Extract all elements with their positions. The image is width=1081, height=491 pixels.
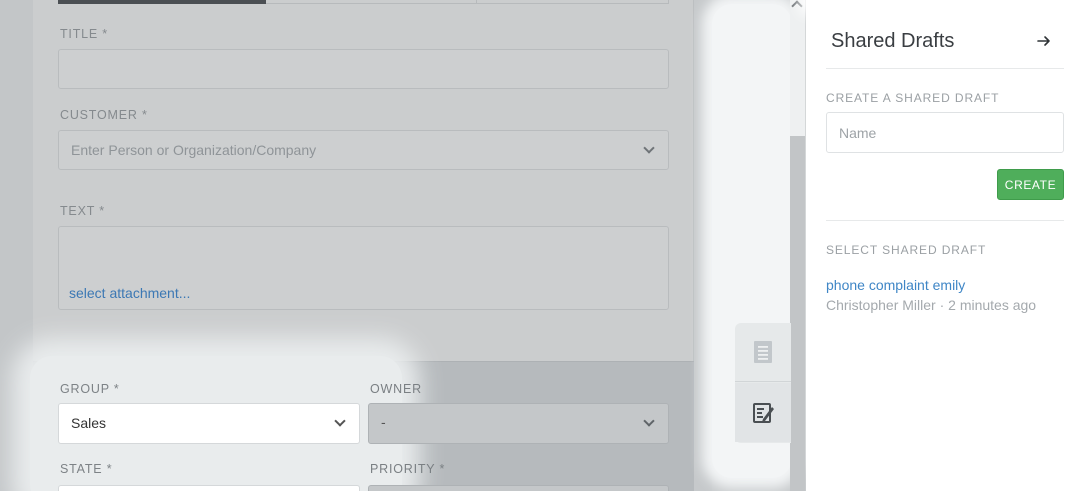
group-value: Sales [71,415,107,431]
panel-divider [826,68,1064,69]
customer-label: CUSTOMER * [60,108,148,122]
owner-label: OWNER [370,382,422,396]
draft-item-link[interactable]: phone complaint emily [826,277,965,293]
panel-title: Shared Drafts [831,30,955,52]
create-shared-draft-label: CREATE A SHARED DRAFT [826,91,1000,105]
title-input[interactable] [58,49,669,89]
customer-input[interactable]: Enter Person or Organization/Company [58,130,669,170]
chevron-down-icon [334,415,346,427]
ticket-template-icon [754,341,772,363]
text-label: TEXT * [60,204,105,218]
panel-top-glow [806,0,1081,14]
form-tabbar[interactable] [58,0,669,4]
group-select[interactable]: Sales [58,403,360,444]
owner-select[interactable]: - [368,403,669,444]
select-shared-draft-label: SELECT SHARED DRAFT [826,243,987,257]
form-tab-separator [476,0,477,4]
owner-value: - [381,414,386,430]
form-tab-active[interactable] [58,0,266,4]
sidebar-tab-shared-drafts[interactable] [735,383,791,442]
priority-select[interactable] [368,485,669,491]
arrow-right-icon[interactable] [1036,32,1052,50]
draft-item-meta: Christopher Miller · 2 minutes ago [826,297,1037,313]
state-select[interactable] [58,485,360,491]
priority-label: PRIORITY * [370,462,446,476]
title-label: TITLE * [60,27,108,41]
sidebar-tabs [735,323,791,443]
sidebar-tab-templates[interactable] [735,323,791,382]
chevron-down-icon [643,415,655,427]
panel-divider [826,220,1064,221]
state-label: STATE * [60,462,113,476]
draft-name-input[interactable] [826,112,1064,153]
chevron-down-icon [643,142,655,154]
create-button[interactable]: CREATE [997,169,1064,200]
customer-placeholder: Enter Person or Organization/Company [71,142,317,158]
scrollbar-thumb[interactable] [790,136,805,491]
select-attachment-link[interactable]: select attachment... [69,285,190,301]
form-background [0,0,33,491]
group-label: GROUP * [60,382,120,396]
shared-draft-icon [753,402,774,423]
form-gutter [694,0,712,491]
